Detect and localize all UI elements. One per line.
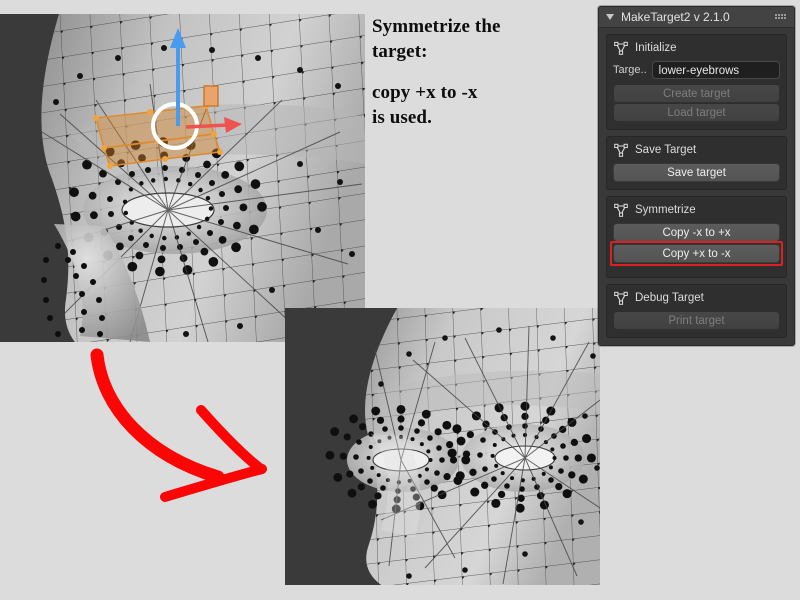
annotation-text: Symmetrize the target: copy +x to -x is … xyxy=(372,14,587,130)
screenshot-stage: Symmetrize the target: copy +x to -x is … xyxy=(0,0,800,600)
copy-minus-x-to-plus-x-wrap: Copy -x to +x xyxy=(613,223,780,242)
section-save-target-label: Save Target xyxy=(635,144,696,156)
mesh-triangle-icon xyxy=(614,291,628,305)
target-name-row: Targe.. lower-eyebrows xyxy=(613,61,780,79)
section-initialize-header: Initialize xyxy=(614,41,780,55)
section-debug-target: Debug Target Print target xyxy=(606,284,787,338)
section-initialize: Initialize Targe.. lower-eyebrows Create… xyxy=(606,34,787,130)
section-symmetrize-label: Symmetrize xyxy=(635,204,696,216)
triangle-down-icon[interactable] xyxy=(606,14,614,20)
mesh-triangle-icon xyxy=(614,143,628,157)
load-target-button[interactable]: Load target xyxy=(613,103,780,122)
viewport-top-render xyxy=(0,14,365,342)
section-save-target: Save Target Save target xyxy=(606,136,787,190)
copy-plus-x-to-minus-x-button[interactable]: Copy +x to -x xyxy=(613,244,780,263)
annotation-line-2: target: xyxy=(372,39,587,64)
create-target-button[interactable]: Create target xyxy=(613,84,780,103)
print-target-button[interactable]: Print target xyxy=(613,311,780,330)
copy-plus-x-to-minus-x-wrap: Copy +x to -x xyxy=(610,241,783,266)
orange-face-handle xyxy=(204,86,218,106)
maketarget2-panel[interactable]: MakeTarget2 v 2.1.0 Initialize Targe.. l… xyxy=(598,6,795,346)
annotation-line-1: Symmetrize the xyxy=(372,14,587,39)
create-target-wrap: Create target xyxy=(613,84,780,103)
annotation-line-3: copy +x to -x xyxy=(372,80,587,105)
section-save-target-header: Save Target xyxy=(614,143,780,157)
print-target-wrap: Print target xyxy=(613,311,780,330)
section-debug-target-header: Debug Target xyxy=(614,291,780,305)
section-symmetrize-header: Symmetrize xyxy=(614,203,780,217)
viewport-bottom-render xyxy=(285,308,600,585)
annotation-spacer xyxy=(372,64,587,80)
section-initialize-label: Initialize xyxy=(635,42,677,54)
target-field-label: Targe.. xyxy=(613,64,647,76)
section-debug-target-label: Debug Target xyxy=(635,292,704,304)
save-target-button[interactable]: Save target xyxy=(613,163,780,182)
mesh-triangle-icon xyxy=(614,41,628,55)
copy-minus-x-to-plus-x-button[interactable]: Copy -x to +x xyxy=(613,223,780,242)
viewport-bottom[interactable] xyxy=(285,308,600,585)
load-target-wrap: Load target xyxy=(613,103,780,122)
grip-dots-icon[interactable] xyxy=(775,14,787,20)
panel-header[interactable]: MakeTarget2 v 2.1.0 xyxy=(599,7,794,28)
mesh-triangle-icon xyxy=(614,203,628,217)
annotation-line-4: is used. xyxy=(372,105,587,130)
viewport-top[interactable] xyxy=(0,14,365,342)
panel-title: MakeTarget2 v 2.1.0 xyxy=(621,10,730,24)
red-curved-arrow-annotation xyxy=(55,345,305,535)
save-target-wrap: Save target xyxy=(613,163,780,182)
target-name-input[interactable]: lower-eyebrows xyxy=(652,61,780,79)
section-symmetrize: Symmetrize Copy -x to +x Copy +x to -x xyxy=(606,196,787,278)
